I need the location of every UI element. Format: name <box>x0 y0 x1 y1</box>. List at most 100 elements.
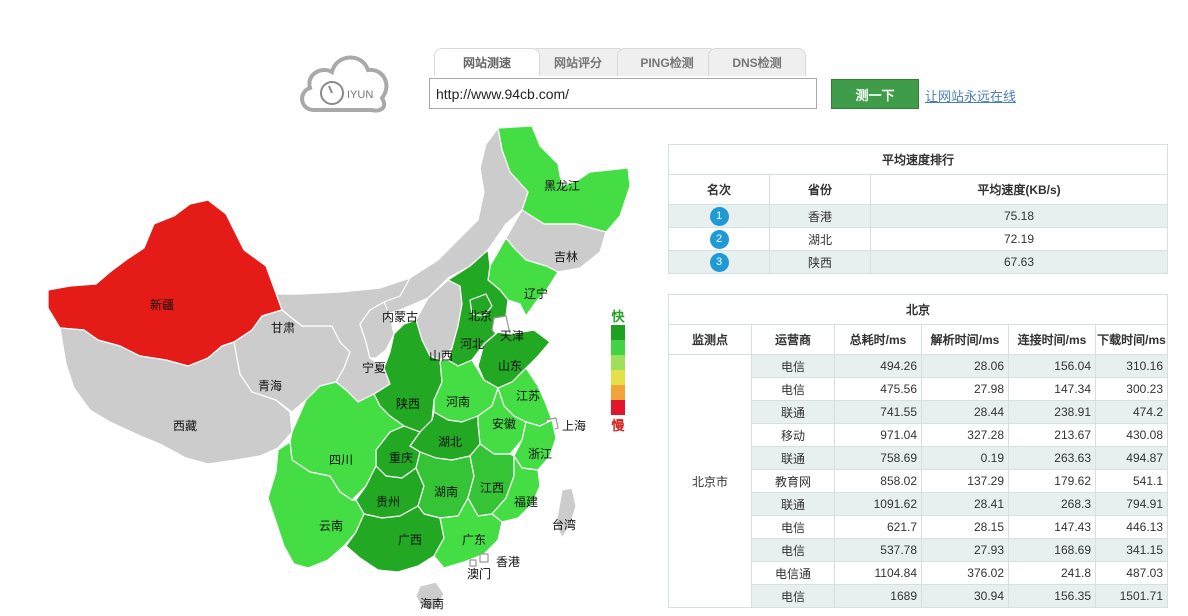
label-jilin: 吉林 <box>554 250 578 264</box>
label-hunan: 湖南 <box>434 484 458 499</box>
detail-row: 北京市 电信 494.26 28.06 156.04 310.16 <box>668 354 1168 608</box>
ranking-speed: 72.19 <box>870 227 1168 251</box>
detail-title: 北京 <box>668 294 1168 325</box>
detail-connect-time: 241.8 <box>1008 561 1096 585</box>
label-hubei: 湖北 <box>438 434 462 449</box>
label-jiangxi: 江西 <box>480 481 504 495</box>
label-taiwan: 台湾 <box>552 517 576 532</box>
promo-link[interactable]: 让网站永远在线 <box>925 86 1016 105</box>
detail-download-time: 494.87 <box>1095 446 1168 470</box>
detail-download-time: 487.03 <box>1095 561 1168 585</box>
province-macau[interactable] <box>469 559 477 567</box>
ranking-province: 湖北 <box>769 227 871 251</box>
detail-dns-time: 30.94 <box>921 584 1009 608</box>
legend-swatch <box>611 355 625 370</box>
detail-connect-time: 147.43 <box>1008 515 1096 539</box>
ranking-header-rank: 名次 <box>668 174 770 205</box>
detail-total-time: 1091.62 <box>834 492 922 516</box>
detail-isp: 电信 <box>751 377 835 401</box>
rank-badge: 2 <box>709 229 729 249</box>
detail-connect-time: 168.69 <box>1008 538 1096 562</box>
legend-swatch <box>611 385 625 400</box>
label-henan: 河南 <box>446 394 470 409</box>
ranking-header-speed: 平均速度(KB/s) <box>870 174 1168 205</box>
iyun-logo: IYUN <box>296 46 392 116</box>
rank-badge: 3 <box>709 252 729 272</box>
detail-connect-time: 156.04 <box>1008 354 1096 378</box>
detail-isp: 联通 <box>751 492 835 516</box>
detail-isp: 电信 <box>751 515 835 539</box>
label-ningxia: 宁夏 <box>362 360 386 375</box>
label-shandong: 山东 <box>498 359 522 373</box>
label-liaoning: 辽宁 <box>524 286 548 301</box>
detail-total-time: 858.02 <box>834 469 922 493</box>
label-chongqing: 重庆 <box>389 451 413 465</box>
detail-total-time: 971.04 <box>834 423 922 447</box>
province-hongkong[interactable] <box>479 553 489 563</box>
label-shanxi: 山西 <box>429 349 453 363</box>
detail-total-time: 1104.84 <box>834 561 922 585</box>
detail-connect-time: 263.63 <box>1008 446 1096 470</box>
url-input[interactable] <box>429 78 817 109</box>
detail-header-connect: 连接时间/ms <box>1008 324 1096 355</box>
detail-total-time: 475.56 <box>834 377 922 401</box>
label-shanghai: 上海 <box>562 418 586 433</box>
detail-isp: 联通 <box>751 446 835 470</box>
detail-dns-time: 28.44 <box>921 400 1009 424</box>
detail-isp: 电信 <box>751 354 835 378</box>
detail-header-total: 总耗时/ms <box>834 324 922 355</box>
tab-website-score[interactable]: 网站评分 <box>530 48 626 76</box>
label-shaanxi: 陕西 <box>396 396 420 411</box>
test-button[interactable]: 测一下 <box>831 79 919 109</box>
speed-ranking-table: 平均速度排行 名次 省份 平均速度(KB/s) 1 香港 75.18 2 湖北 … <box>668 144 1168 274</box>
detail-dns-time: 28.41 <box>921 492 1009 516</box>
detail-isp: 教育网 <box>751 469 835 493</box>
detail-total-time: 758.69 <box>834 446 922 470</box>
label-neimenggu: 内蒙古 <box>382 309 418 324</box>
label-xizang: 西藏 <box>173 419 197 433</box>
detail-connect-time: 147.34 <box>1008 377 1096 401</box>
detail-isp: 联通 <box>751 400 835 424</box>
detail-total-time: 494.26 <box>834 354 922 378</box>
label-anhui: 安徽 <box>492 416 516 431</box>
detail-total-time: 537.78 <box>834 538 922 562</box>
detail-dns-time: 0.19 <box>921 446 1009 470</box>
tab-ping-check[interactable]: PING检测 <box>617 48 717 76</box>
detail-isp: 电信 <box>751 538 835 562</box>
monitor-city: 北京市 <box>668 354 752 608</box>
legend-slow-label: 慢 <box>611 418 625 433</box>
label-guangxi: 广西 <box>398 533 422 547</box>
detail-header-monitor: 监测点 <box>668 324 752 355</box>
legend-swatch <box>611 370 625 385</box>
detail-dns-time: 27.93 <box>921 538 1009 562</box>
label-xinjiang: 新疆 <box>150 297 174 312</box>
legend-swatch <box>611 340 625 355</box>
detail-isp: 移动 <box>751 423 835 447</box>
legend-swatch <box>611 325 625 340</box>
ranking-header-province: 省份 <box>769 174 871 205</box>
label-heilongjiang: 黑龙江 <box>544 179 580 193</box>
tab-dns-check[interactable]: DNS检测 <box>708 48 806 76</box>
label-tianjin: 天津 <box>500 329 524 343</box>
ranking-province: 陕西 <box>769 250 871 274</box>
rank-badge: 1 <box>709 206 729 226</box>
china-speed-map: 黑龙江 吉林 辽宁 新疆 甘肃 内蒙古 北京 天津 河北 山西 宁夏 山东 青海… <box>47 125 631 611</box>
detail-total-time: 741.55 <box>834 400 922 424</box>
label-fujian: 福建 <box>514 494 538 509</box>
tab-website-speed[interactable]: 网站测速 <box>434 48 540 76</box>
logo-text: IYUN <box>347 89 373 101</box>
detail-download-time: 474.2 <box>1095 400 1168 424</box>
detail-connect-time: 213.67 <box>1008 423 1096 447</box>
detail-dns-time: 137.29 <box>921 469 1009 493</box>
detail-connect-time: 179.62 <box>1008 469 1096 493</box>
label-hainan: 海南 <box>420 596 444 611</box>
ranking-speed: 67.63 <box>870 250 1168 274</box>
detail-header-dns: 解析时间/ms <box>921 324 1009 355</box>
speed-legend: 快 慢 <box>609 306 627 434</box>
label-guangdong: 广东 <box>462 533 486 547</box>
label-qinghai: 青海 <box>258 378 282 393</box>
detail-total-time: 1689 <box>834 584 922 608</box>
label-jiangsu: 江苏 <box>516 389 540 403</box>
label-gansu: 甘肃 <box>271 321 295 335</box>
detail-header-download: 下载时间/ms <box>1095 324 1168 355</box>
